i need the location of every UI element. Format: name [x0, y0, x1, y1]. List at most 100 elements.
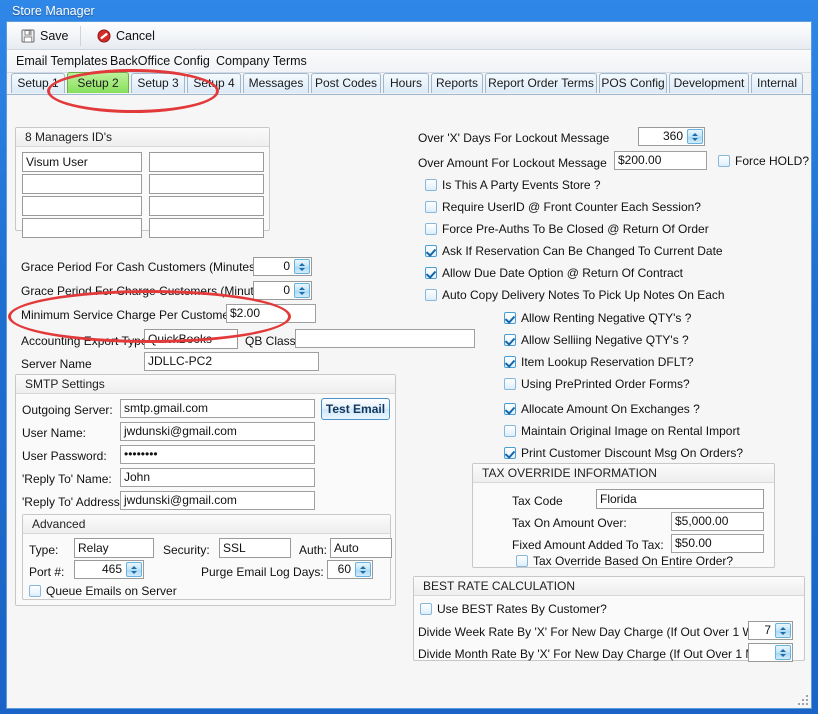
tab-post-codes[interactable]: Post Codes	[311, 73, 381, 93]
tab-setup-3[interactable]: Setup 3	[131, 73, 185, 93]
manager-id-combo-6[interactable]	[149, 196, 264, 216]
item-lookup-reservation-dflt-checkbox[interactable]: Item Lookup Reservation DFLT?	[504, 355, 694, 369]
smtp-password-label: User Password:	[22, 449, 107, 463]
force-hold-checkbox[interactable]: Force HOLD?	[718, 154, 809, 168]
checkbox-box	[425, 245, 437, 257]
checkbox-box	[425, 223, 437, 235]
tab-pos-config[interactable]: POS Config	[599, 73, 667, 93]
tab-internal[interactable]: Internal	[751, 73, 803, 93]
manager-id-combo-7[interactable]	[22, 218, 142, 238]
tax-override-entire-order-checkbox[interactable]: Tax Override Based On Entire Order?	[516, 554, 733, 568]
manager-id-combo-1[interactable]: Visum User	[22, 152, 142, 172]
allocate-amount-exchanges-label: Allocate Amount On Exchanges ?	[521, 402, 700, 416]
qb-class-input[interactable]	[295, 329, 475, 348]
divide-week-rate-label: Divide Week Rate By 'X' For New Day Char…	[418, 625, 777, 639]
allow-selling-negative-qty-checkbox[interactable]: Allow Selliing Negative QTY's ?	[504, 333, 689, 347]
require-userid-label: Require UserID @ Front Counter Each Sess…	[442, 200, 701, 214]
tab-setup-4[interactable]: Setup 4	[187, 73, 241, 93]
tax-on-amount-over-input[interactable]: $5,000.00	[671, 512, 764, 531]
queue-emails-on-server-checkbox[interactable]: Queue Emails on Server	[29, 584, 177, 598]
cancel-button[interactable]: Cancel	[89, 25, 163, 47]
grace-cash-spinner[interactable]: 0	[253, 257, 312, 276]
reply-to-address-input[interactable]: jwdunski@gmail.com	[120, 491, 315, 510]
tab-reports[interactable]: Reports	[431, 73, 483, 93]
smtp-auth-combo[interactable]: Auto	[330, 538, 392, 558]
save-button[interactable]: Save	[13, 25, 77, 47]
smtp-type-combo[interactable]: Relay	[74, 538, 154, 558]
ask-reservation-date-checkbox[interactable]: Ask If Reservation Can Be Changed To Cur…	[425, 244, 723, 258]
spinner-arrows-icon[interactable]	[294, 283, 310, 298]
spinner-arrows-icon[interactable]	[126, 562, 142, 577]
party-events-store-checkbox[interactable]: Is This A Party Events Store ?	[425, 178, 601, 192]
fixed-amount-added-input[interactable]: $50.00	[671, 534, 764, 553]
lockout-days-spinner[interactable]: 360	[638, 127, 705, 146]
grace-charge-spinner[interactable]: 0	[253, 281, 312, 300]
tax-override-group: TAX OVERRIDE INFORMATION Tax Code Florid…	[472, 463, 775, 568]
auto-copy-delivery-notes-label: Auto Copy Delivery Notes To Pick Up Note…	[442, 288, 725, 302]
divide-month-rate-label: Divide Month Rate By 'X' For New Day Cha…	[418, 647, 783, 661]
tab-report-order-terms[interactable]: Report Order Terms	[485, 73, 597, 93]
checkbox-box	[420, 603, 432, 615]
smtp-password-input[interactable]: ••••••••	[120, 445, 315, 464]
menu-item-email-templates[interactable]: Email Templates	[11, 53, 112, 70]
smtp-security-combo[interactable]: SSL	[219, 538, 291, 558]
test-email-button[interactable]: Test Email	[321, 398, 390, 420]
manager-id-combo-5[interactable]	[22, 196, 142, 216]
allow-selling-negative-qty-label: Allow Selliing Negative QTY's ?	[521, 333, 689, 347]
use-best-rates-checkbox[interactable]: Use BEST Rates By Customer?	[420, 602, 607, 616]
resize-grip[interactable]	[794, 691, 808, 705]
accounting-export-type-combo[interactable]: QuickBooks	[144, 329, 238, 349]
checkbox-box	[504, 447, 516, 459]
smtp-user-name-input[interactable]: jwdunski@gmail.com	[120, 422, 315, 441]
smtp-user-name-label: User Name:	[22, 426, 87, 440]
checkbox-box	[504, 378, 516, 390]
checkbox-box	[504, 356, 516, 368]
tab-setup-2[interactable]: Setup 2	[67, 72, 129, 93]
tab-hours[interactable]: Hours	[383, 73, 429, 93]
use-best-rates-label: Use BEST Rates By Customer?	[437, 602, 607, 616]
allow-due-date-option-label: Allow Due Date Option @ Return Of Contra…	[442, 266, 683, 280]
print-customer-discount-msg-checkbox[interactable]: Print Customer Discount Msg On Orders?	[504, 446, 743, 460]
reply-to-name-input[interactable]: John	[120, 468, 315, 487]
manager-id-combo-4[interactable]	[149, 174, 264, 194]
allow-due-date-option-checkbox[interactable]: Allow Due Date Option @ Return Of Contra…	[425, 266, 683, 280]
spinner-arrows-icon[interactable]	[294, 259, 310, 274]
tax-code-combo[interactable]: Florida	[596, 489, 764, 509]
divide-week-rate-spinner[interactable]: 7	[748, 621, 793, 640]
outgoing-server-input[interactable]: smtp.gmail.com	[120, 399, 315, 418]
tab-messages[interactable]: Messages	[243, 73, 309, 93]
manager-id-combo-3[interactable]	[22, 174, 142, 194]
preprinted-order-forms-checkbox[interactable]: Using PrePrinted Order Forms?	[504, 377, 690, 391]
menu-item-backoffice-config[interactable]: BackOffice Config	[105, 53, 215, 70]
purge-email-log-days-spinner[interactable]: 60	[327, 560, 373, 579]
qb-class-label: QB Class	[245, 334, 296, 348]
checkbox-box	[504, 403, 516, 415]
manager-id-combo-2[interactable]	[149, 152, 264, 172]
accounting-export-type-label: Accounting Export Type	[21, 334, 148, 348]
manager-id-combo-8[interactable]	[149, 218, 264, 238]
allocate-amount-exchanges-checkbox[interactable]: Allocate Amount On Exchanges ?	[504, 402, 700, 416]
item-lookup-reservation-dflt-label: Item Lookup Reservation DFLT?	[521, 355, 694, 369]
allow-renting-negative-qty-checkbox[interactable]: Allow Renting Negative QTY's ?	[504, 311, 691, 325]
maintain-original-image-checkbox[interactable]: Maintain Original Image on Rental Import	[504, 424, 740, 438]
lockout-amount-input[interactable]: $200.00	[614, 151, 707, 170]
tab-setup-1[interactable]: Setup 1	[11, 73, 65, 93]
spinner-arrows-icon[interactable]	[775, 623, 791, 638]
smtp-port-spinner[interactable]: 465	[74, 560, 144, 579]
smtp-settings-title: SMTP Settings	[16, 375, 395, 394]
purge-email-log-days-label: Purge Email Log Days:	[201, 565, 324, 579]
smtp-port-value: 465	[101, 562, 122, 576]
auto-copy-delivery-notes-checkbox[interactable]: Auto Copy Delivery Notes To Pick Up Note…	[425, 288, 725, 302]
spinner-arrows-icon[interactable]	[775, 645, 791, 660]
spinner-arrows-icon[interactable]	[687, 129, 703, 144]
checkbox-box	[516, 555, 528, 567]
preprinted-order-forms-label: Using PrePrinted Order Forms?	[521, 377, 690, 391]
server-name-input[interactable]: JDLLC-PC2	[144, 352, 319, 371]
tab-development[interactable]: Development	[669, 73, 749, 93]
require-userid-checkbox[interactable]: Require UserID @ Front Counter Each Sess…	[425, 200, 701, 214]
min-service-charge-input[interactable]: $2.00	[226, 304, 316, 323]
menu-item-company-terms[interactable]: Company Terms	[211, 53, 312, 70]
spinner-arrows-icon[interactable]	[355, 562, 371, 577]
force-preauths-checkbox[interactable]: Force Pre-Auths To Be Closed @ Return Of…	[425, 222, 709, 236]
divide-month-rate-spinner[interactable]	[748, 643, 793, 662]
